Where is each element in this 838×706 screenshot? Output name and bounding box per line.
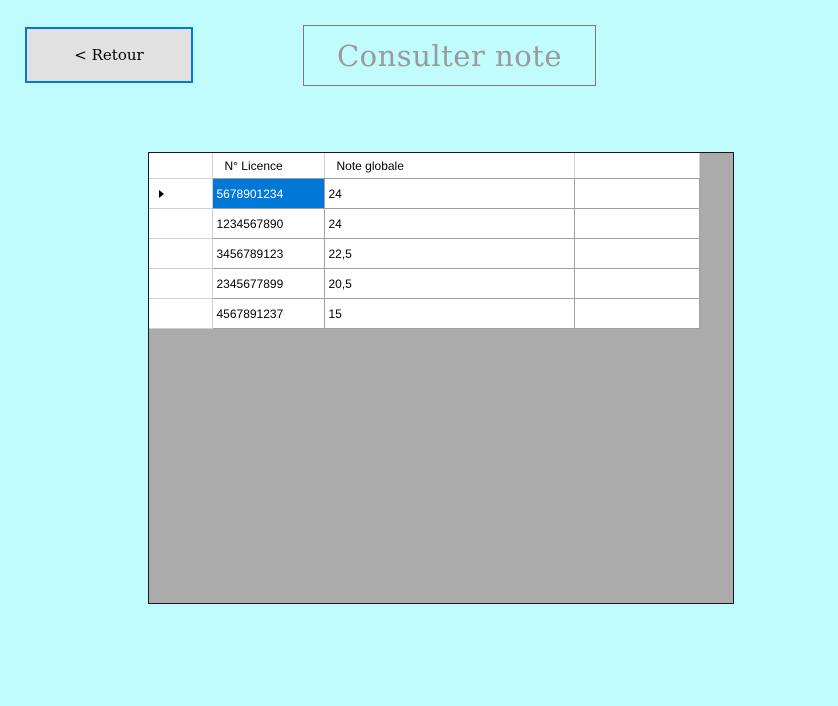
notes-table: N° Licence Note globale 5678901234 24 12… — [149, 153, 700, 329]
extra-cell[interactable] — [574, 238, 700, 269]
table-row[interactable]: 5678901234 24 — [149, 178, 700, 209]
back-button[interactable]: < Retour — [25, 27, 193, 83]
grid-corner-header[interactable] — [149, 153, 213, 179]
table-row[interactable]: 1234567890 24 — [149, 208, 700, 239]
table-row[interactable]: 4567891237 15 — [149, 298, 700, 329]
table-row[interactable]: 2345677899 20,5 — [149, 268, 700, 299]
licence-cell[interactable]: 5678901234 — [212, 178, 325, 209]
licence-cell[interactable]: 1234567890 — [212, 208, 325, 239]
extra-cell[interactable] — [574, 208, 700, 239]
column-header-licence[interactable]: N° Licence — [212, 153, 325, 179]
note-cell[interactable]: 20,5 — [324, 268, 575, 299]
row-header[interactable] — [149, 298, 213, 329]
extra-cell[interactable] — [574, 268, 700, 299]
row-header[interactable] — [149, 208, 213, 239]
note-cell[interactable]: 24 — [324, 178, 575, 209]
column-header-note-globale[interactable]: Note globale — [324, 153, 575, 179]
extra-cell[interactable] — [574, 178, 700, 209]
licence-cell[interactable]: 4567891237 — [212, 298, 325, 329]
notes-data-grid[interactable]: N° Licence Note globale 5678901234 24 12… — [148, 152, 734, 604]
row-header[interactable] — [149, 238, 213, 269]
table-row[interactable]: 3456789123 22,5 — [149, 238, 700, 269]
note-cell[interactable]: 24 — [324, 208, 575, 239]
licence-cell[interactable]: 3456789123 — [212, 238, 325, 269]
extra-cell[interactable] — [574, 298, 700, 329]
grid-header-row: N° Licence Note globale — [149, 153, 700, 179]
row-header[interactable] — [149, 178, 213, 209]
licence-cell[interactable]: 2345677899 — [212, 268, 325, 299]
note-cell[interactable]: 15 — [324, 298, 575, 329]
row-header[interactable] — [149, 268, 213, 299]
note-cell[interactable]: 22,5 — [324, 238, 575, 269]
column-header-extra[interactable] — [574, 153, 700, 179]
page-title: Consulter note — [303, 25, 596, 86]
row-pointer-icon — [159, 189, 164, 198]
